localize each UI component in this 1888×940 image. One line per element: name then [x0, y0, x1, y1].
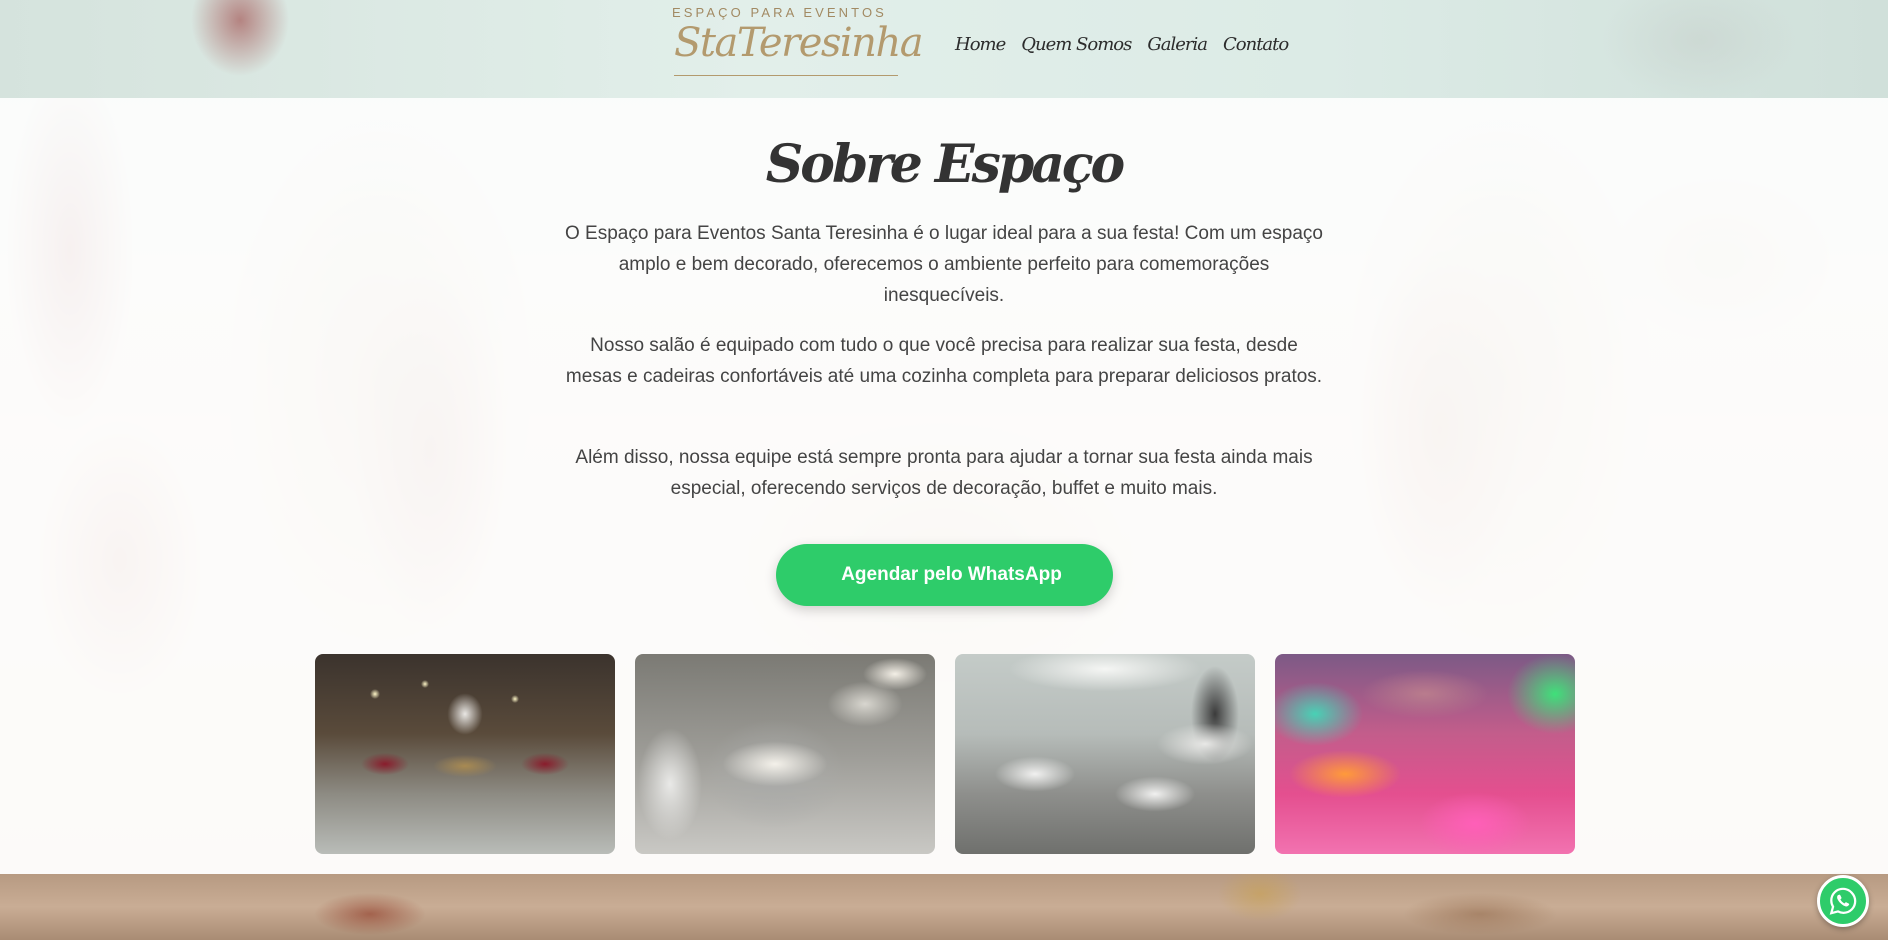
nav-galeria[interactable]: Galeria — [1147, 34, 1208, 55]
about-paragraph-1: O Espaço para Eventos Santa Teresinha é … — [565, 223, 1323, 306]
nav-quem-somos[interactable]: Quem Somos — [1021, 34, 1132, 55]
background-bottom-strip — [0, 874, 1888, 940]
cake-table-photo[interactable] — [315, 654, 615, 854]
logo-wordmark: StaTeresinha — [674, 20, 924, 66]
logo-underline — [674, 75, 898, 76]
photo-gallery — [315, 654, 1575, 854]
section-title: Sobre Espaço — [765, 134, 1126, 195]
nav-contato[interactable]: Contato — [1223, 34, 1289, 55]
about-section: Sobre Espaço O Espaço para Eventos Santa… — [0, 98, 1888, 874]
buffet-chafing-dish-photo[interactable] — [635, 654, 935, 854]
whatsapp-schedule-button[interactable]: Agendar pelo WhatsApp — [776, 544, 1113, 606]
about-paragraph-3: Além disso, nossa equipe está sempre pro… — [575, 447, 1313, 499]
whatsapp-float-button[interactable] — [1817, 875, 1869, 927]
about-paragraph-2: Nosso salão é equipado com tudo o que vo… — [565, 335, 1323, 387]
nav-home[interactable]: Home — [955, 34, 1006, 55]
banquet-hall-photo[interactable] — [955, 654, 1255, 854]
main-nav: Home Quem Somos Galeria Contato — [955, 34, 1289, 55]
whatsapp-icon — [1829, 887, 1857, 915]
pink-lit-hall-photo[interactable] — [1275, 654, 1575, 854]
site-logo[interactable]: ESPAÇO PARA EVENTOS StaTeresinha — [672, 5, 924, 79]
logo-tagline: ESPAÇO PARA EVENTOS — [672, 5, 887, 20]
site-header: ESPAÇO PARA EVENTOS StaTeresinha Home Qu… — [0, 0, 1888, 98]
